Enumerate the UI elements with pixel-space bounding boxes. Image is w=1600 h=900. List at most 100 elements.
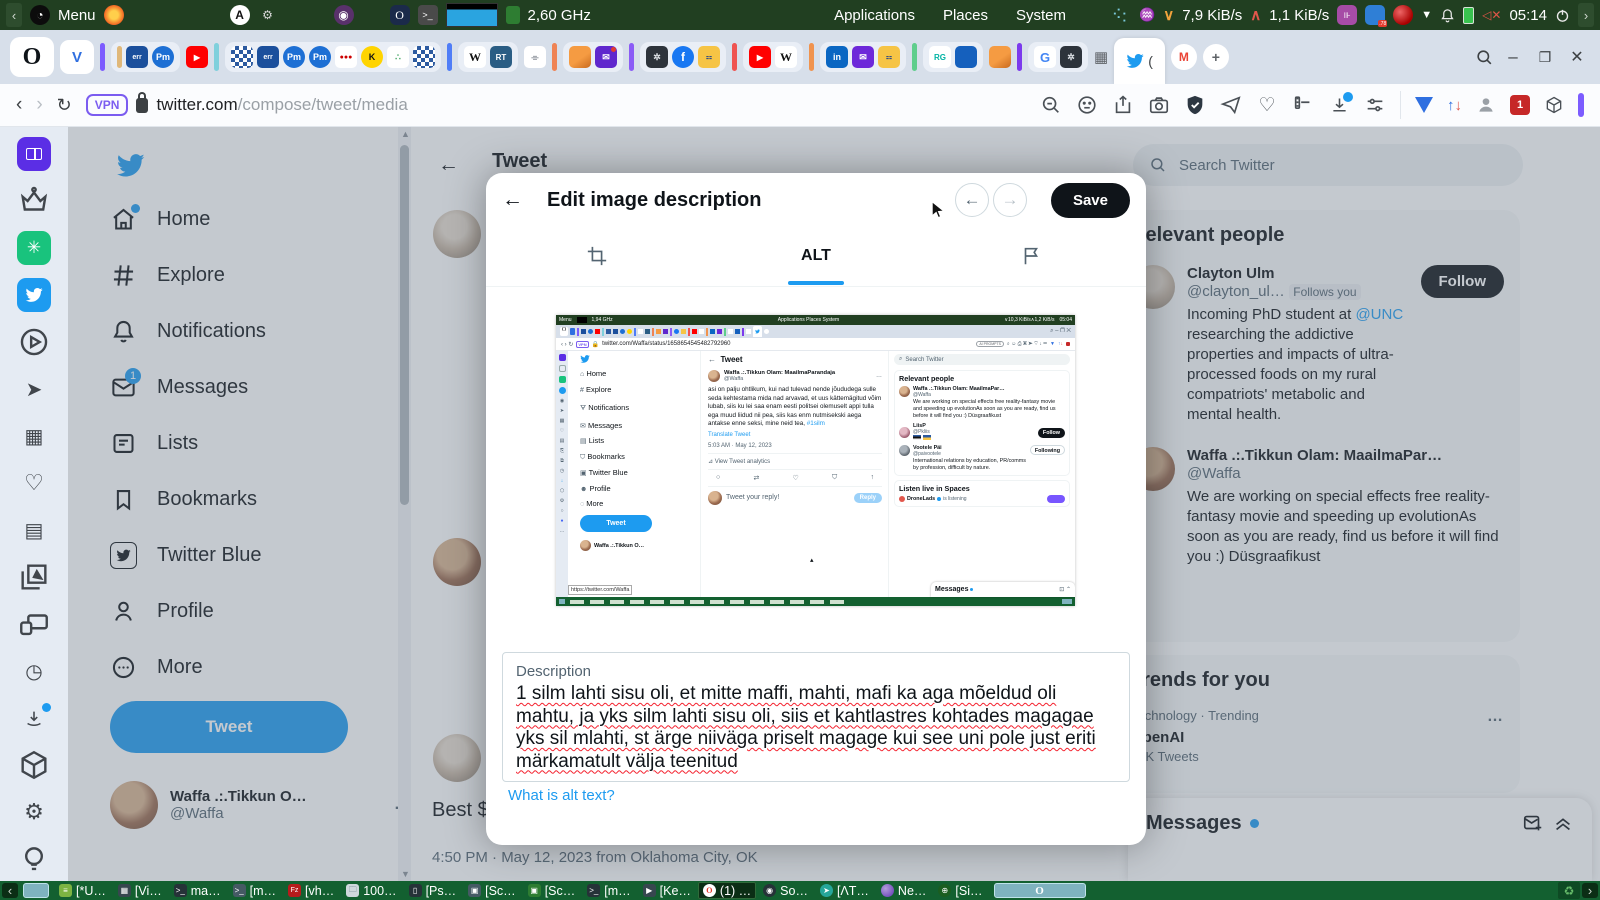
- workspaces-grid-icon[interactable]: ▦: [1094, 48, 1108, 66]
- reader-face-icon[interactable]: [1076, 94, 1098, 116]
- ext-sidebar-toggle[interactable]: [1578, 93, 1584, 117]
- cpu-graph-widget[interactable]: [445, 3, 498, 27]
- reading-list-book-icon[interactable]: [17, 137, 51, 171]
- tab-wheel[interactable]: ✲: [1060, 46, 1082, 68]
- task-window-active-opera[interactable]: O (1) …: [697, 882, 757, 899]
- window-close-button[interactable]: ✕: [1564, 47, 1590, 67]
- tab-researchgate[interactable]: RG: [929, 46, 951, 68]
- downloads-sidebar-icon[interactable]: [17, 701, 51, 735]
- history-clock-icon[interactable]: ◷: [17, 654, 51, 688]
- tab-estonia-coat[interactable]: ⚏: [878, 46, 900, 68]
- flow-devices-icon[interactable]: [17, 607, 51, 641]
- tab-youtube[interactable]: ▶: [186, 46, 208, 68]
- tab-group-bar-green[interactable]: [912, 43, 917, 71]
- tab-fox[interactable]: [989, 46, 1011, 68]
- pinboard-icon[interactable]: [17, 560, 51, 594]
- tab-sprout[interactable]: ∴: [387, 46, 409, 68]
- tab-checker-flag[interactable]: [413, 46, 435, 68]
- notifications-bell-icon[interactable]: [1440, 8, 1455, 23]
- tray-badge-icon[interactable]: .78: [1365, 5, 1388, 27]
- tab-group-bar-orange2[interactable]: [809, 43, 814, 71]
- tab-google[interactable]: G: [1034, 46, 1056, 68]
- tab-group-bar-red[interactable]: [732, 43, 737, 71]
- show-desktop-button[interactable]: [23, 883, 49, 898]
- tab-group-bar-blue[interactable]: [447, 43, 452, 71]
- ext-updown-icon[interactable]: ↑↓: [1447, 97, 1462, 114]
- next-image-button[interactable]: →: [992, 183, 1027, 217]
- menu-places[interactable]: Places: [943, 7, 988, 24]
- task-window[interactable]: 🗀 100…: [341, 882, 401, 899]
- task-window[interactable]: >_ ma…: [169, 882, 226, 899]
- tab-err[interactable]: err: [257, 46, 279, 68]
- news-card-icon[interactable]: ▤: [17, 513, 51, 547]
- task-window[interactable]: ▶ [Ke…: [638, 882, 696, 899]
- tab-dots[interactable]: ●●●: [335, 46, 357, 68]
- favorites-heart-icon[interactable]: ♡: [17, 466, 51, 500]
- tab-group-bar-teal[interactable]: [214, 43, 219, 71]
- task-window[interactable]: >_ [m…: [228, 882, 281, 899]
- recording-tray-icon[interactable]: [1393, 5, 1414, 25]
- modal-back-button[interactable]: ←: [502, 188, 523, 212]
- share-page-icon[interactable]: [1112, 94, 1134, 116]
- tab-group-bar-violet2[interactable]: [1017, 43, 1022, 71]
- tab-err[interactable]: err: [126, 46, 148, 68]
- telegram-send-icon[interactable]: ➤: [17, 372, 51, 406]
- extensions-cube-icon[interactable]: [17, 748, 51, 782]
- save-button[interactable]: Save: [1050, 182, 1130, 218]
- task-window[interactable]: ⊕ [Si…: [933, 882, 987, 899]
- menu-label[interactable]: Menu: [58, 7, 96, 24]
- ext-profile-icon[interactable]: [1476, 95, 1496, 115]
- browser-back-button[interactable]: ‹: [16, 94, 22, 116]
- power-icon[interactable]: [1555, 8, 1570, 23]
- opera-menu-button[interactable]: O: [10, 37, 54, 77]
- address-bar[interactable]: VPN twitter.com/compose/tweet/media: [85, 91, 1026, 116]
- menu-system[interactable]: System: [1016, 7, 1066, 24]
- search-app-icon[interactable]: A: [229, 5, 250, 25]
- tab-k-site[interactable]: K: [361, 46, 383, 68]
- opera-tray-icon[interactable]: O: [389, 5, 410, 25]
- vpn-badge[interactable]: VPN: [85, 94, 129, 116]
- workspace-grid-icon[interactable]: ▦: [17, 419, 51, 453]
- tab-checker-flag[interactable]: [231, 46, 253, 68]
- ext-counter-icon[interactable]: 1: [1510, 95, 1530, 115]
- tab-vpn-proxy[interactable]: V: [60, 40, 94, 74]
- tab-insider[interactable]: [955, 46, 977, 68]
- prev-image-button[interactable]: ←: [954, 183, 989, 217]
- tab-postimees[interactable]: Pm: [283, 46, 305, 68]
- tray-app-icon[interactable]: ⊪: [1337, 5, 1358, 25]
- zoom-icon[interactable]: [1040, 94, 1062, 116]
- task-window[interactable]: >_ [m…: [582, 882, 635, 899]
- tab-postimees[interactable]: Pm: [309, 46, 331, 68]
- new-tab-button[interactable]: +: [1202, 44, 1229, 70]
- flag-tab-icon[interactable]: [1020, 245, 1042, 267]
- tab-postimees[interactable]: Pm: [152, 46, 174, 68]
- window-restore-button[interactable]: ❐: [1532, 49, 1558, 66]
- tab-linkedin[interactable]: in: [826, 46, 848, 68]
- shield-adblock-icon[interactable]: [1184, 94, 1206, 116]
- description-textarea[interactable]: Description 1 silm lahti sisu oli, et mi…: [502, 652, 1130, 782]
- tab-group-bar-tan[interactable]: [117, 46, 122, 68]
- opera-launcher-button[interactable]: O: [993, 883, 1086, 898]
- task-window[interactable]: ◉ So…: [758, 882, 813, 899]
- snapshot-camera-icon[interactable]: [1148, 94, 1170, 116]
- indicator-triangle-icon[interactable]: ▼: [1421, 9, 1432, 21]
- tab-group-bar-orange[interactable]: [552, 43, 557, 71]
- taskbar-left-chevron[interactable]: ‹: [2, 883, 18, 898]
- task-window[interactable]: ▯ [Ps…: [404, 882, 462, 899]
- menu-applications[interactable]: Applications: [834, 7, 915, 24]
- tab-rt[interactable]: RT: [490, 46, 512, 68]
- browser-forward-button[interactable]: ›: [36, 94, 42, 116]
- task-window[interactable]: Ne…: [876, 882, 931, 899]
- tab-alt[interactable]: ALT: [486, 247, 1146, 265]
- tab-wheel[interactable]: ✲: [646, 46, 668, 68]
- ext-cube-icon[interactable]: [1544, 95, 1564, 115]
- battery-icon[interactable]: [1463, 6, 1475, 24]
- tab-search-icon[interactable]: [1475, 48, 1494, 67]
- tab-gmail[interactable]: M: [1170, 44, 1197, 70]
- chatgpt-icon[interactable]: ✳: [17, 231, 51, 265]
- menu-icon[interactable]: ◔: [30, 5, 50, 25]
- what-is-alt-text-link[interactable]: What is alt text?: [508, 787, 615, 804]
- bookmark-heart-icon[interactable]: ♡: [1256, 94, 1278, 116]
- tab-wikipedia[interactable]: W: [775, 46, 797, 68]
- window-minimize-button[interactable]: –: [1500, 47, 1526, 67]
